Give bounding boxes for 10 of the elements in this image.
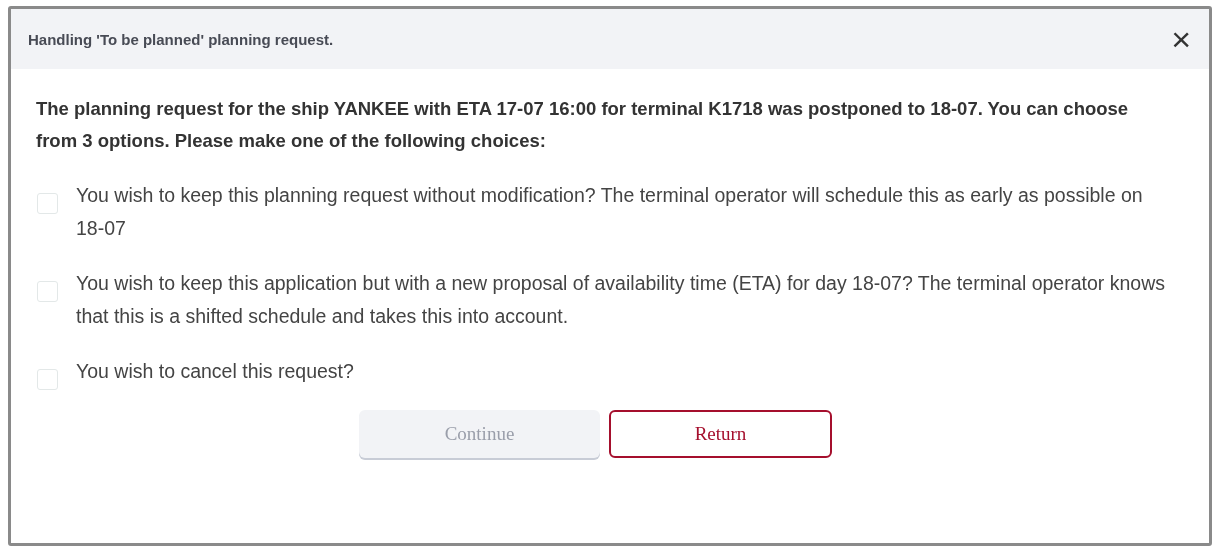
option-label: You wish to cancel this request? [76,359,354,384]
close-button[interactable]: × [1167,22,1195,56]
return-button[interactable]: Return [609,410,832,458]
option-label: You wish to keep this application but with a new proposal of availability time (ETA) for day 18-07? The terminal operator knows that this is a shifted schedule and takes this into account. [76,271,1166,329]
checkbox[interactable] [37,369,58,390]
option-label: You wish to keep this planning request without modification? The terminal operator will schedule this as early as possible on 18-07 [76,183,1144,241]
checkbox[interactable] [37,193,58,214]
dialog-title: Handling 'To be planned' planning request. [28,30,334,48]
checkbox[interactable] [37,281,58,302]
message-text: The planning request for the ship YANKEE with ETA 17-07 16:00 for terminal K1718 was postponed to 18-07. You can choose from 3 options. Please make one of the following choices: [36,97,1130,153]
